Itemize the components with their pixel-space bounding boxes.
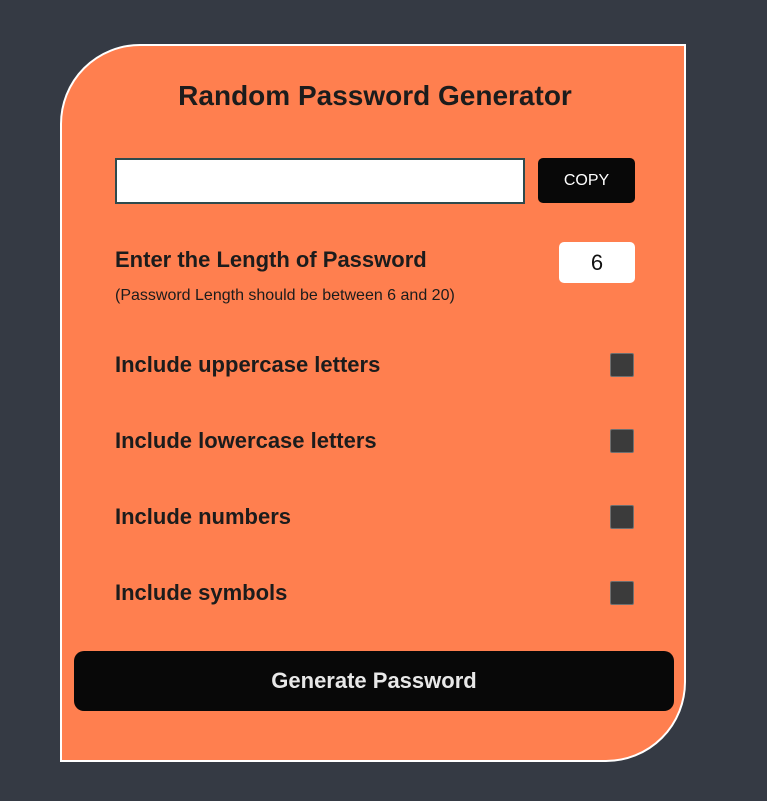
numbers-checkbox[interactable] (610, 505, 634, 529)
password-generator-card: Random Password Generator COPY Enter the… (60, 44, 686, 762)
lowercase-option-label: Include lowercase letters (115, 428, 377, 453)
password-output-field[interactable] (115, 158, 525, 204)
symbols-checkbox[interactable] (610, 581, 634, 605)
copy-button[interactable]: COPY (538, 158, 635, 203)
length-input[interactable] (559, 242, 635, 283)
uppercase-checkbox[interactable] (610, 353, 634, 377)
page-title: Random Password Generator (178, 80, 572, 111)
lowercase-checkbox[interactable] (610, 429, 634, 453)
uppercase-option-label: Include uppercase letters (115, 352, 381, 377)
length-hint: (Password Length should be between 6 and… (115, 287, 455, 304)
numbers-option-label: Include numbers (115, 504, 292, 529)
symbols-option-label: Include symbols (115, 580, 288, 605)
length-label: Enter the Length of Password (115, 247, 427, 272)
generate-password-button[interactable]: Generate Password (74, 651, 674, 711)
